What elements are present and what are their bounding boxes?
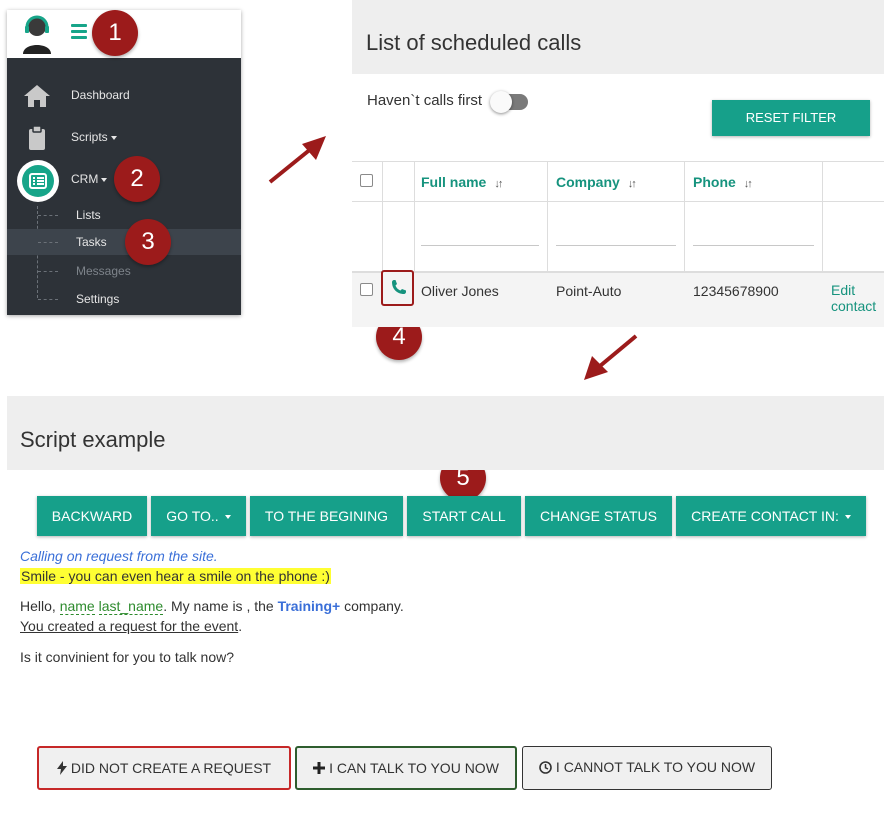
sidebar-subitem-settings[interactable]: Settings bbox=[7, 286, 241, 312]
caret-down-icon bbox=[101, 177, 108, 182]
step-badge-1: 1 bbox=[92, 10, 138, 56]
to-the-beginning-button[interactable]: TO THE BEGINING bbox=[250, 496, 403, 536]
step-badge-3: 3 bbox=[125, 219, 171, 265]
home-icon bbox=[24, 85, 50, 107]
page-title: List of scheduled calls bbox=[366, 30, 582, 55]
plus-icon bbox=[313, 762, 326, 774]
did-not-create-request-button[interactable]: DID NOT CREATE A REQUEST bbox=[37, 746, 291, 790]
script-header: Script example bbox=[7, 396, 884, 470]
sidebar-subitem-lists[interactable]: Lists bbox=[7, 202, 241, 228]
script-greeting: Hello, name last_name. My name is , the … bbox=[20, 598, 404, 615]
column-header-full-name[interactable]: Full name ↓↑ bbox=[421, 174, 503, 190]
variable-last-name[interactable]: last_name bbox=[98, 598, 164, 615]
sort-icon[interactable]: ↓↑ bbox=[628, 178, 637, 190]
phone-icon bbox=[392, 280, 406, 294]
call-button[interactable] bbox=[381, 270, 414, 306]
arrow-up-right-icon bbox=[268, 136, 326, 184]
calls-header: List of scheduled calls bbox=[352, 0, 884, 74]
sidebar-subitem-label: Tasks bbox=[76, 235, 107, 249]
calls-table: Full name ↓↑ Company ↓↑ Phone ↓↑ Oliver Jon… bbox=[352, 161, 884, 327]
sidebar-item-label: CRM bbox=[71, 172, 108, 186]
cell-company: Point-Auto bbox=[556, 283, 622, 299]
clock-icon bbox=[539, 761, 552, 774]
table-row bbox=[352, 271, 884, 327]
cell-full-name: Oliver Jones bbox=[421, 283, 499, 299]
script-title: Script example bbox=[20, 427, 166, 452]
filter-label: Haven`t calls first bbox=[367, 92, 483, 109]
sidebar-subitem-label: Messages bbox=[76, 264, 131, 278]
row-checkbox[interactable] bbox=[360, 283, 373, 296]
edit-contact-link[interactable]: Edit contact bbox=[831, 282, 876, 314]
step-badge-2: 2 bbox=[114, 156, 160, 202]
caret-down-icon bbox=[844, 515, 851, 520]
sidebar-subitem-label: Lists bbox=[76, 208, 101, 222]
i-cannot-talk-button[interactable]: I CANNOT TALK TO YOU NOW bbox=[522, 746, 772, 790]
bolt-icon bbox=[56, 761, 67, 775]
menu-toggle-icon[interactable] bbox=[71, 24, 87, 39]
column-header-phone[interactable]: Phone ↓↑ bbox=[693, 174, 753, 190]
clipboard-icon bbox=[29, 125, 45, 150]
script-request-line: You created a request for the event. bbox=[20, 618, 243, 634]
havent-calls-toggle[interactable] bbox=[490, 91, 528, 113]
arrow-down-left-icon bbox=[584, 334, 638, 380]
full-name-filter-input[interactable] bbox=[421, 245, 539, 246]
script-question: Is it convinient for you to talk now? bbox=[20, 649, 234, 665]
column-header-company[interactable]: Company ↓↑ bbox=[556, 174, 637, 190]
toggle-knob[interactable] bbox=[490, 91, 512, 113]
backward-button[interactable]: BACKWARD bbox=[37, 496, 147, 536]
sidebar-item-dashboard[interactable]: Dashboard bbox=[7, 76, 241, 116]
sidebar-subitem-label: Settings bbox=[76, 292, 120, 306]
script-highlight: Smile - you can even hear a smile on the… bbox=[20, 568, 331, 584]
brand-name: Training+ bbox=[277, 598, 341, 614]
request-link[interactable]: You created a request for the event bbox=[20, 618, 238, 634]
reset-filter-button[interactable]: RESET FILTER bbox=[712, 100, 870, 136]
create-contact-in-button[interactable]: CREATE CONTACT IN: bbox=[676, 496, 866, 536]
script-note: Calling on request from the site. bbox=[20, 548, 218, 564]
select-all-checkbox[interactable] bbox=[360, 174, 373, 187]
cell-phone: 12345678900 bbox=[693, 283, 779, 299]
sidebar-subitem-tasks[interactable]: Tasks bbox=[7, 229, 241, 255]
sidebar-item-label: Dashboard bbox=[71, 88, 130, 102]
sidebar-item-label: Scripts bbox=[71, 130, 117, 144]
go-to-button[interactable]: GO TO.. bbox=[151, 496, 246, 536]
variable-name[interactable]: name bbox=[59, 598, 95, 615]
start-call-button[interactable]: START CALL bbox=[407, 496, 521, 536]
caret-down-icon bbox=[224, 515, 231, 520]
sidebar-subitem-messages[interactable]: Messages bbox=[7, 258, 241, 284]
sort-icon[interactable]: ↓↑ bbox=[744, 178, 753, 190]
company-filter-input[interactable] bbox=[556, 245, 676, 246]
operator-avatar-icon bbox=[23, 15, 51, 54]
i-can-talk-button[interactable]: I CAN TALK TO YOU NOW bbox=[295, 746, 517, 790]
phone-filter-input[interactable] bbox=[693, 245, 814, 246]
sort-icon[interactable]: ↓↑ bbox=[494, 178, 503, 190]
sidebar-item-scripts[interactable]: Scripts bbox=[7, 118, 241, 158]
caret-down-icon bbox=[110, 135, 117, 140]
change-status-button[interactable]: CHANGE STATUS bbox=[525, 496, 672, 536]
